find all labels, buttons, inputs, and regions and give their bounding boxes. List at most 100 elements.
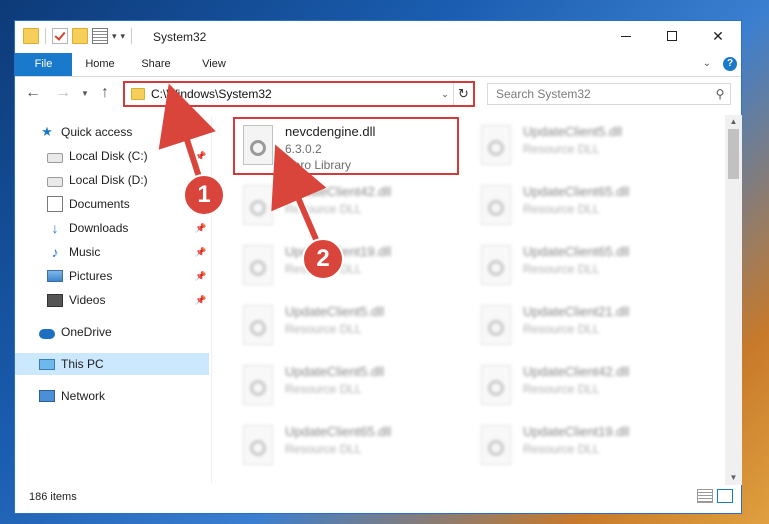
file-item[interactable]: UpdateClient42.dll Resource DLL [235, 179, 459, 237]
up-arrow-icon[interactable]: ↑ [101, 84, 109, 102]
minimize-button[interactable] [603, 21, 649, 51]
sidebar-item-videos[interactable]: Videos [47, 289, 105, 311]
sidebar-item-pictures[interactable]: Pictures [47, 265, 112, 287]
pin-icon[interactable]: 📌 [195, 247, 206, 258]
file-type: Resource DLL [523, 202, 600, 216]
gear-icon [250, 260, 266, 276]
file-item[interactable]: UpdateClient19.dll Resource DLL [473, 419, 697, 477]
sidebar-item-label: Pictures [69, 269, 113, 283]
file-item[interactable]: UpdateClient5.dll Resource DLL [235, 299, 459, 357]
file-type: Resource DLL [285, 322, 362, 336]
minimize-icon [621, 35, 631, 37]
file-name: UpdateClient21.dll [523, 304, 630, 319]
help-icon[interactable]: ? [723, 57, 737, 71]
file-list: nevcdengine.dll 6.3.0.2 Nero Library Upd… [221, 115, 721, 485]
sidebar-item-downloads[interactable]: ↓ Downloads [47, 217, 129, 239]
onedrive-icon [39, 328, 55, 339]
view-switcher [697, 489, 733, 503]
address-path[interactable]: C:\Windows\System32 [151, 87, 437, 101]
file-name: UpdateClient65.dll [285, 424, 392, 439]
tab-file[interactable]: File [15, 53, 72, 76]
status-bar: 186 items [15, 485, 741, 513]
gear-icon [488, 140, 504, 156]
chevron-down-icon[interactable]: ▾ [112, 31, 117, 42]
search-icon[interactable]: ⚲ [710, 87, 730, 101]
scroll-up-icon[interactable]: ▲ [725, 115, 742, 129]
sidebar-item-this-pc[interactable]: This PC [15, 353, 209, 375]
file-version: 6.3.0.2 [285, 142, 322, 156]
file-explorer-window: ▾ ▾ System32 ✕ File Home Share View ⌄ ? … [14, 20, 742, 514]
dll-file-icon [481, 125, 511, 165]
sidebar-item-local-disk-d[interactable]: Local Disk (D:) [47, 169, 148, 191]
pin-icon[interactable]: 📌 [195, 271, 206, 282]
dll-file-icon [243, 365, 273, 405]
disk-icon [47, 176, 63, 187]
sidebar-item-documents[interactable]: Documents [47, 193, 130, 215]
network-icon [39, 390, 55, 402]
refresh-icon[interactable]: ↻ [453, 83, 473, 105]
sidebar-item-music[interactable]: ♪ Music [47, 241, 101, 263]
tab-view[interactable]: View [191, 53, 237, 76]
forward-arrow-icon[interactable]: → [55, 84, 71, 102]
pin-icon[interactable]: 📌 [195, 223, 206, 234]
file-type: Resource DLL [523, 322, 600, 336]
file-name: UpdateClient5.dll [285, 364, 385, 379]
dll-file-icon [243, 185, 273, 225]
file-item[interactable]: UpdateClient65.dll Resource DLL [473, 179, 697, 237]
sidebar-item-quick-access[interactable]: ★ Quick access [39, 121, 132, 143]
dll-file-icon [243, 245, 273, 285]
sidebar-item-onedrive[interactable]: OneDrive [39, 321, 112, 343]
file-item[interactable]: UpdateClient5.dll Resource DLL [473, 119, 697, 177]
file-item[interactable]: UpdateClient65.dll Resource DLL [235, 419, 459, 477]
new-folder-icon[interactable] [72, 28, 88, 44]
file-name: UpdateClient65.dll [523, 184, 630, 199]
folder-icon[interactable] [23, 28, 39, 44]
file-item[interactable]: UpdateClient19.dll Resource DLL [235, 239, 459, 297]
recent-locations-icon[interactable]: ▼ [81, 89, 89, 98]
pin-icon[interactable]: 📌 [195, 151, 206, 162]
sidebar-item-local-disk-c[interactable]: Local Disk (C:) [47, 145, 148, 167]
address-bar[interactable]: C:\Windows\System32 ⌄ ↻ [123, 81, 475, 107]
file-item[interactable]: UpdateClient5.dll Resource DLL [235, 359, 459, 417]
file-name: UpdateClient65.dll [523, 244, 630, 259]
scrollbar-thumb[interactable] [728, 129, 739, 179]
pane-divider[interactable] [211, 117, 212, 483]
ribbon-tabs: File Home Share View ⌄ ? [15, 53, 741, 77]
properties-icon[interactable] [92, 28, 108, 44]
details-view-icon[interactable] [697, 489, 713, 503]
tiles-view-icon[interactable] [717, 489, 733, 503]
scroll-down-icon[interactable]: ▼ [725, 471, 742, 485]
item-count: 186 items [29, 491, 77, 503]
dll-file-icon [481, 245, 511, 285]
tab-home[interactable]: Home [77, 53, 123, 76]
gear-icon [488, 440, 504, 456]
close-button[interactable]: ✕ [695, 21, 741, 51]
file-item[interactable]: UpdateClient21.dll Resource DLL [473, 299, 697, 357]
pictures-icon [47, 270, 63, 282]
properties-check-icon[interactable] [52, 28, 68, 44]
dll-file-icon [481, 365, 511, 405]
customize-toolbar-icon[interactable]: ▾ [121, 31, 126, 42]
divider [45, 28, 46, 44]
sidebar-item-label: Downloads [69, 221, 129, 235]
gear-icon [250, 140, 266, 156]
file-name: UpdateClient5.dll [523, 124, 623, 139]
dll-file-icon [243, 305, 273, 345]
expand-ribbon-icon[interactable]: ⌄ [703, 58, 711, 69]
file-item[interactable]: UpdateClient65.dll Resource DLL [473, 239, 697, 297]
dll-file-icon [243, 125, 273, 165]
back-arrow-icon[interactable]: ← [25, 84, 41, 102]
file-item[interactable]: UpdateClient42.dll Resource DLL [473, 359, 697, 417]
sidebar-item-network[interactable]: Network [39, 385, 105, 407]
file-item-nevcdengine[interactable]: nevcdengine.dll 6.3.0.2 Nero Library [233, 117, 459, 175]
maximize-icon [667, 31, 677, 41]
search-box[interactable]: ⚲ [487, 83, 731, 105]
search-input[interactable] [496, 87, 710, 101]
maximize-button[interactable] [649, 21, 695, 51]
vertical-scrollbar[interactable]: ▲ ▼ [725, 115, 742, 485]
chevron-down-icon[interactable]: ⌄ [437, 89, 453, 100]
tab-share[interactable]: Share [133, 53, 179, 76]
pin-icon[interactable]: 📌 [195, 295, 206, 306]
divider [131, 28, 133, 44]
address-row: ← → ▼ ↑ C:\Windows\System32 ⌄ ↻ ⚲ [15, 80, 741, 108]
